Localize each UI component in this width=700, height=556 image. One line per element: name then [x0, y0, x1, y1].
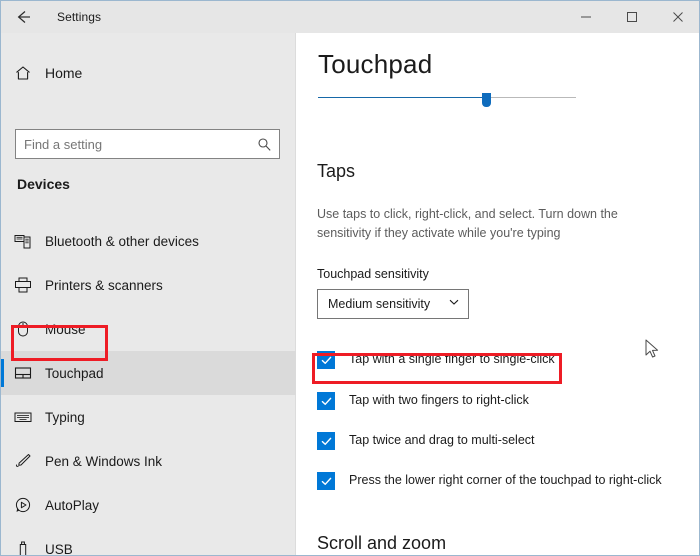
checkbox-tap-two-fingers-right-click[interactable]: Tap with two fingers to right-click [317, 391, 647, 410]
checkbox-tap-twice-drag-multi-select[interactable]: Tap twice and drag to multi-select [317, 431, 647, 450]
chevron-down-icon [448, 295, 460, 313]
sidebar-item-home[interactable]: Home [1, 53, 296, 93]
pen-icon [1, 452, 45, 470]
bluetooth-devices-icon [1, 232, 45, 250]
sidebar-nav-list: Bluetooth & other devices Printers & sca… [1, 219, 296, 556]
sidebar-item-label: AutoPlay [45, 497, 100, 513]
sidebar-item-label: Pen & Windows Ink [45, 453, 163, 469]
checkbox-press-lower-right-corner-right-click[interactable]: Press the lower right corner of the touc… [317, 471, 675, 490]
sidebar-item-usb[interactable]: USB [1, 527, 296, 556]
taps-description: Use taps to click, right-click, and sele… [317, 207, 618, 240]
scrollbar-thumb[interactable] [482, 93, 491, 107]
home-icon [1, 64, 45, 82]
checkbox-label: Tap twice and drag to multi-select [349, 433, 535, 447]
touchpad-icon [1, 364, 45, 382]
page-title: Touchpad [318, 49, 433, 79]
usb-icon [1, 540, 45, 555]
touchpad-sensitivity-label: Touchpad sensitivity [317, 267, 429, 281]
sidebar-item-label: Mouse [45, 321, 86, 337]
sidebar-item-label: Bluetooth & other devices [45, 233, 199, 249]
close-icon [673, 12, 683, 22]
sidebar-item-home-label: Home [45, 65, 83, 81]
mouse-icon [1, 320, 45, 338]
settings-window: Settings Home Find a setting Devices Blu… [0, 0, 700, 556]
checkbox-checked-icon [317, 432, 335, 450]
sidebar-item-label: Typing [45, 409, 85, 425]
minimize-button[interactable] [563, 1, 609, 33]
sidebar-item-touchpad[interactable]: Touchpad [1, 351, 296, 395]
maximize-icon [627, 12, 637, 22]
checkbox-label: Tap with two fingers to right-click [349, 393, 529, 407]
sidebar-item-autoplay[interactable]: AutoPlay [1, 483, 296, 527]
checkbox-checked-icon [317, 351, 335, 369]
scrollbar-filled-track [318, 97, 484, 98]
search-box[interactable] [15, 129, 280, 159]
maximize-button[interactable] [609, 1, 655, 33]
back-button[interactable] [1, 1, 47, 33]
sidebar-item-mouse[interactable]: Mouse [1, 307, 296, 351]
minimize-icon [581, 16, 591, 18]
autoplay-icon [1, 496, 45, 514]
close-button[interactable] [655, 1, 699, 33]
horizontal-scrollbar[interactable] [318, 93, 576, 107]
back-arrow-icon [17, 11, 30, 23]
sidebar-item-label: Touchpad [45, 365, 104, 381]
title-bar: Settings [1, 1, 699, 33]
sidebar-item-bluetooth-other-devices[interactable]: Bluetooth & other devices [1, 219, 296, 263]
checkbox-checked-icon [317, 472, 335, 490]
checkbox-label: Tap with a single finger to single-click [349, 352, 555, 366]
keyboard-icon [1, 408, 45, 426]
sidebar-category-heading: Devices [17, 176, 70, 192]
touchpad-sensitivity-value: Medium sensitivity [328, 297, 431, 311]
sidebar-item-typing[interactable]: Typing [1, 395, 296, 439]
section-heading-taps: Taps [317, 161, 356, 181]
checkbox-label: Press the lower right corner of the touc… [349, 473, 662, 487]
sidebar-item-pen-windows-ink[interactable]: Pen & Windows Ink [1, 439, 296, 483]
sidebar: Home Devices [1, 33, 296, 556]
main-content: Touchpad Taps Use taps to click, right-c… [297, 33, 699, 555]
checkbox-checked-icon [317, 392, 335, 410]
app-title: Settings [57, 10, 102, 24]
search-icon[interactable] [249, 130, 279, 158]
printer-icon [1, 276, 45, 294]
sidebar-item-printers-scanners[interactable]: Printers & scanners [1, 263, 296, 307]
touchpad-sensitivity-dropdown[interactable]: Medium sensitivity [317, 289, 469, 319]
checkbox-tap-single-finger-single-click[interactable]: Tap with a single finger to single-click [317, 350, 647, 369]
search-input[interactable] [16, 136, 249, 152]
window-controls [563, 1, 699, 33]
sidebar-item-label: Printers & scanners [45, 277, 163, 293]
sidebar-item-label: USB [45, 541, 73, 556]
section-heading-scroll-and-zoom: Scroll and zoom [317, 533, 447, 553]
